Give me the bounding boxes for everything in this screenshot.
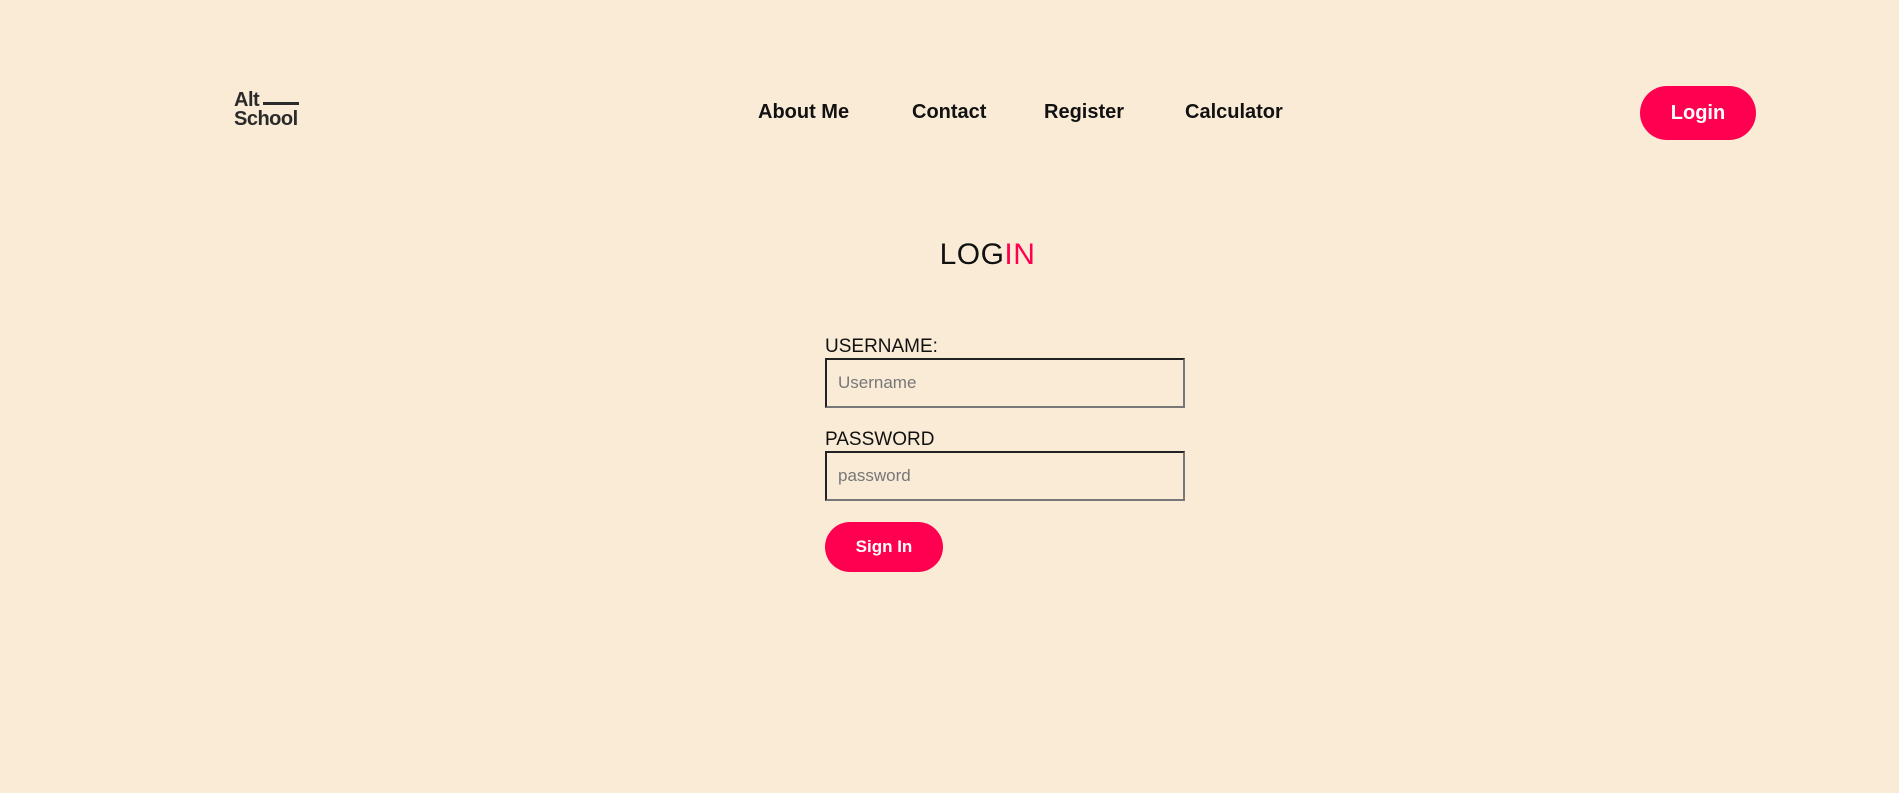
sign-in-button[interactable]: Sign In <box>825 522 943 572</box>
nav-item-about-me[interactable]: About Me <box>758 101 849 124</box>
nav-item-calculator[interactable]: Calculator <box>1185 101 1283 124</box>
username-input[interactable] <box>825 358 1185 408</box>
altschool-logo[interactable]: Alt School <box>234 90 314 130</box>
logo-text-school: School <box>234 108 298 130</box>
nav-item-contact[interactable]: Contact <box>912 101 986 124</box>
login-form: USERNAME: PASSWORD Sign In <box>825 336 1185 572</box>
nav-item-register[interactable]: Register <box>1044 101 1124 124</box>
logo-bar <box>263 102 300 105</box>
password-label: PASSWORD <box>825 429 935 450</box>
page-title-part-1: LOG <box>939 238 1005 271</box>
username-label: USERNAME: <box>825 336 938 357</box>
page-title: LOGIN <box>0 238 1899 272</box>
password-input[interactable] <box>825 451 1185 501</box>
page-title-part-2: IN <box>1004 238 1036 271</box>
login-button[interactable]: Login <box>1640 86 1756 140</box>
